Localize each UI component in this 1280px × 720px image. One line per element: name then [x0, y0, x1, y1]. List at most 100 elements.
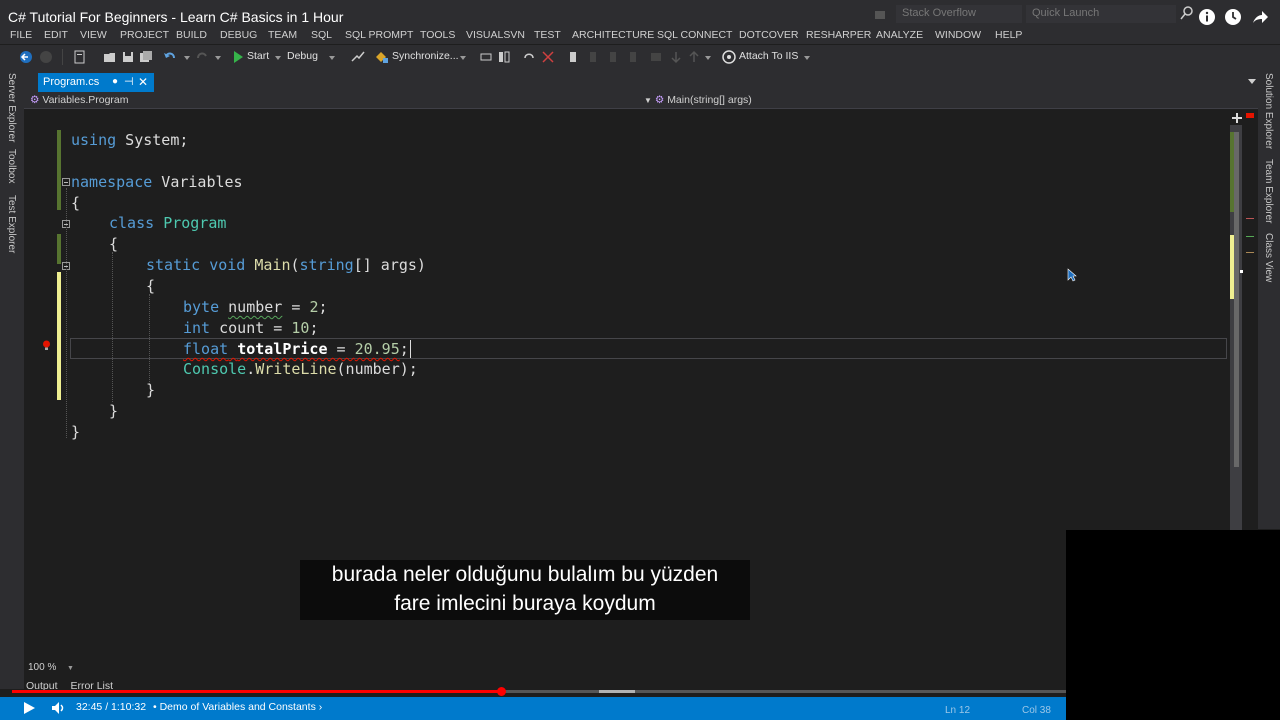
code-line-9[interactable]: byte number = 2; — [183, 297, 328, 318]
tab-program-cs[interactable]: Program.cs ● ⊣ ✕ — [38, 73, 154, 92]
menu-architecture[interactable]: ARCHITECTURE — [572, 29, 654, 41]
chevron-down-icon[interactable] — [1248, 79, 1256, 84]
undo-icon[interactable] — [162, 49, 178, 65]
forward-arrow-icon[interactable] — [38, 49, 54, 65]
video-overlay-panel — [1066, 530, 1280, 720]
arrow-down-icon — [671, 52, 681, 64]
menu-analyze[interactable]: ANALYZE — [876, 29, 923, 41]
bookmark-clear-icon — [630, 52, 636, 62]
server-explorer-tab[interactable]: Server Explorer — [6, 73, 17, 142]
stack-overflow-search[interactable]: Stack Overflow — [896, 5, 1022, 23]
configuration-dropdown[interactable]: Debug — [287, 50, 318, 62]
open-file-icon[interactable] — [102, 49, 118, 65]
menu-sql[interactable]: SQL — [311, 29, 332, 41]
menu-bar: FILE EDIT VIEW PROJECT BUILD DEBUG TEAM … — [0, 28, 1280, 44]
find-icon[interactable] — [350, 49, 366, 65]
code-line-11[interactable]: float totalPrice = 20.95; — [183, 339, 411, 360]
menu-project[interactable]: PROJECT — [120, 29, 169, 41]
fold-toggle-namespace[interactable] — [62, 178, 70, 186]
code-line-6[interactable]: { — [109, 234, 118, 255]
save-icon[interactable] — [120, 49, 136, 65]
class-icon: ⚙ — [30, 94, 40, 106]
menu-resharper[interactable]: RESHARPER — [806, 29, 871, 41]
code-line-8[interactable]: { — [146, 276, 155, 297]
menu-edit[interactable]: EDIT — [44, 29, 68, 41]
video-title[interactable]: C# Tutorial For Beginners - Learn C# Bas… — [8, 9, 343, 25]
clock-icon[interactable] — [1224, 8, 1242, 26]
toolbox-tab[interactable]: Toolbox — [6, 149, 17, 183]
glyph-margin[interactable] — [24, 110, 40, 660]
close-icon[interactable]: ✕ — [138, 75, 148, 89]
video-progress-fill — [12, 690, 501, 693]
menu-test[interactable]: TEST — [534, 29, 561, 41]
chevron-down-icon[interactable]: ▼ — [67, 665, 74, 672]
attach-icon[interactable] — [721, 49, 737, 65]
team-explorer-tab[interactable]: Team Explorer — [1263, 159, 1274, 223]
redo-icon[interactable] — [194, 49, 210, 65]
refresh-icon[interactable] — [521, 49, 537, 65]
pin-icon[interactable]: ⊣ — [124, 75, 134, 88]
type-token: Console — [183, 360, 247, 378]
back-arrow-icon[interactable] — [18, 49, 34, 65]
code-line-13[interactable]: } — [146, 380, 155, 401]
scrollbar-thumb[interactable] — [1234, 132, 1239, 467]
info-icon[interactable] — [1198, 8, 1216, 26]
code-line-5[interactable]: class Program — [109, 213, 226, 234]
menu-window[interactable]: WINDOW — [935, 29, 981, 41]
disconnect-icon[interactable] — [540, 49, 556, 65]
code-line-14[interactable]: } — [109, 401, 118, 422]
menu-team[interactable]: TEAM — [268, 29, 297, 41]
search-icon[interactable] — [1180, 5, 1194, 21]
code-line-12[interactable]: Console.WriteLine(number); — [183, 359, 418, 380]
share-icon[interactable] — [1251, 8, 1269, 26]
menu-view[interactable]: VIEW — [80, 29, 107, 41]
video-scrubber-handle[interactable] — [497, 687, 506, 696]
code-line-3[interactable]: namespace Variables — [71, 172, 243, 193]
solution-explorer-tab[interactable]: Solution Explorer — [1263, 73, 1274, 149]
menu-sql-connect[interactable]: SQL CONNECT — [657, 29, 732, 41]
code-line-1[interactable]: using System; — [71, 130, 188, 151]
document-well: Program.cs ● ⊣ ✕ — [24, 69, 1258, 92]
start-play-icon[interactable] — [230, 49, 246, 65]
split-view-icon[interactable] — [1232, 113, 1242, 123]
navigation-bar: ⚙ Variables.Program ▼ ⚙ Main(string[] ar… — [24, 92, 1258, 109]
attach-to-iis-button[interactable]: Attach To IIS — [739, 50, 798, 62]
save-all-icon[interactable] — [138, 49, 154, 65]
menu-dotcover[interactable]: DOTCOVER — [739, 29, 799, 41]
code-token: ; — [318, 298, 328, 316]
synchronize-icon[interactable] — [374, 49, 390, 65]
code-token: = — [327, 340, 355, 358]
quick-launch-input[interactable]: Quick Launch — [1026, 5, 1176, 23]
code-line-10[interactable]: int count = 10; — [183, 318, 318, 339]
member-scope-dropdown[interactable]: ▼ ⚙ Main(string[] args) — [644, 94, 752, 106]
feedback-icon[interactable] — [874, 9, 886, 21]
keyword-token: byte — [183, 298, 220, 316]
menu-build[interactable]: BUILD — [176, 29, 207, 41]
menu-visualsvn[interactable]: VISUALSVN — [466, 29, 525, 41]
new-project-icon[interactable] — [72, 49, 88, 65]
type-scope-dropdown[interactable]: ⚙ Variables.Program — [30, 94, 129, 106]
unsaved-change-bar — [57, 272, 61, 400]
menu-sql-prompt[interactable]: SQL PROMPT — [345, 29, 413, 41]
code-line-7[interactable]: static void Main(string[] args) — [146, 255, 426, 276]
lightbulb-icon[interactable] — [42, 340, 51, 351]
menu-help[interactable]: HELP — [995, 29, 1022, 41]
zoom-level[interactable]: 100 % — [28, 662, 56, 673]
menu-tools[interactable]: TOOLS — [420, 29, 455, 41]
menu-file[interactable]: FILE — [10, 29, 32, 41]
start-button[interactable]: Start — [247, 50, 269, 62]
code-line-15[interactable]: } — [71, 422, 80, 443]
test-explorer-tab[interactable]: Test Explorer — [6, 195, 17, 253]
chapter-title[interactable]: • Demo of Variables and Constants › — [153, 701, 322, 713]
play-icon[interactable] — [22, 701, 36, 715]
code-line-4[interactable]: { — [71, 193, 80, 214]
class-view-tab[interactable]: Class View — [1263, 233, 1274, 282]
error-marker[interactable] — [1246, 113, 1254, 118]
bookmark-icon[interactable] — [565, 49, 581, 65]
volume-icon[interactable] — [51, 701, 67, 715]
layout-icon[interactable] — [496, 49, 512, 65]
synchronize-button[interactable]: Synchronize... — [392, 50, 459, 62]
align-icon[interactable] — [478, 49, 494, 65]
method-token: Main — [254, 256, 291, 274]
menu-debug[interactable]: DEBUG — [220, 29, 257, 41]
